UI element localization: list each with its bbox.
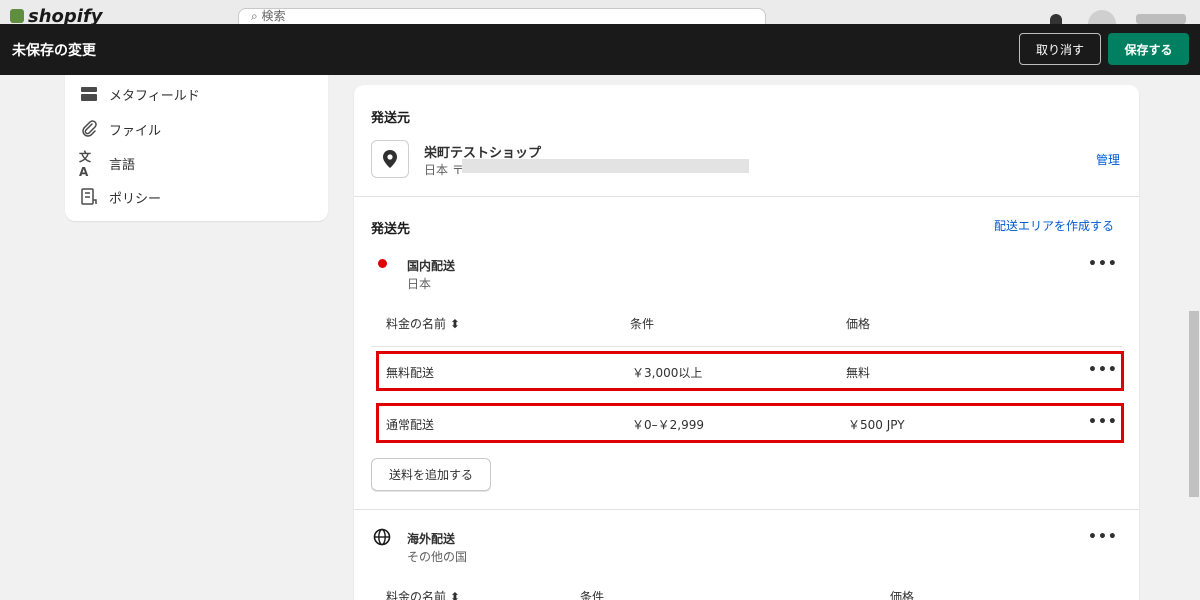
rate-condition-cell: ￥3,000以上 xyxy=(632,366,703,380)
rate-menu-icon[interactable]: ••• xyxy=(1088,362,1118,378)
rate-name-column-header[interactable]: 料金の名前 ⬍ xyxy=(386,315,460,332)
divider xyxy=(371,346,1122,347)
add-rate-button[interactable]: 送料を追加する xyxy=(371,458,491,491)
scrollbar-thumb[interactable] xyxy=(1189,311,1199,497)
discard-button[interactable]: 取り消す xyxy=(1019,33,1101,65)
shipping-profile-card: 発送元 栄町テストショップ 日本 〒 管理 発送先 配送エリアを作成する 国内配… xyxy=(354,85,1139,600)
japan-flag-icon xyxy=(378,259,387,268)
address-redaction xyxy=(462,159,749,173)
save-button[interactable]: 保存する xyxy=(1108,33,1189,65)
contextual-save-bar: 未保存の変更 取り消す 保存する xyxy=(0,24,1200,75)
condition-column-header: 条件 xyxy=(580,590,605,600)
origin-address: 日本 〒 xyxy=(424,163,464,177)
sidebar-item-files[interactable]: ファイル xyxy=(79,118,161,140)
language-icon: 文A xyxy=(79,149,92,179)
rate-price-cell: 無料 xyxy=(846,366,871,380)
settings-sidebar: メタフィールド ファイル 文A 言語 ポリシー xyxy=(65,75,328,221)
condition-column-header: 条件 xyxy=(630,317,655,331)
highlight-box xyxy=(376,403,1124,443)
international-zone-name: 海外配送 xyxy=(407,532,456,546)
policy-icon xyxy=(79,187,99,207)
unsaved-changes-title: 未保存の変更 xyxy=(12,43,96,59)
divider xyxy=(354,196,1139,197)
rate-name-cell: 無料配送 xyxy=(386,366,435,380)
destination-heading: 発送先 xyxy=(371,222,411,237)
rate-price-cell: ￥500 JPY xyxy=(848,418,905,432)
domestic-zone-menu-icon[interactable]: ••• xyxy=(1088,256,1118,272)
divider xyxy=(354,509,1139,510)
sidebar-item-languages[interactable]: 文A 言語 xyxy=(79,149,135,179)
top-bar: shopify ⌕ 検索 xyxy=(0,0,1200,38)
price-column-header: 価格 xyxy=(890,590,915,600)
domestic-zone-name: 国内配送 xyxy=(407,259,456,273)
metafield-icon xyxy=(79,84,99,104)
domestic-zone-country: 日本 xyxy=(407,277,432,291)
highlight-box xyxy=(376,351,1124,391)
globe-icon xyxy=(373,528,391,550)
create-zone-link[interactable]: 配送エリアを作成する xyxy=(994,217,1114,234)
sidebar-item-metafields[interactable]: メタフィールド xyxy=(79,83,200,105)
store-name[interactable] xyxy=(1136,14,1186,24)
rate-name-cell: 通常配送 xyxy=(386,418,435,432)
sidebar-item-policies[interactable]: ポリシー xyxy=(79,186,161,208)
shopify-bag-icon xyxy=(10,9,24,23)
location-pin-icon xyxy=(371,140,409,178)
international-zone-sub: その他の国 xyxy=(407,550,468,564)
origin-heading: 発送元 xyxy=(371,111,411,126)
price-column-header: 価格 xyxy=(846,317,871,331)
rate-menu-icon[interactable]: ••• xyxy=(1088,414,1118,430)
paperclip-icon xyxy=(79,119,99,139)
rate-name-column-header[interactable]: 料金の名前 ⬍ xyxy=(386,588,460,600)
manage-link[interactable]: 管理 xyxy=(1096,151,1120,168)
rate-condition-cell: ￥0–￥2,999 xyxy=(632,418,704,432)
international-zone-menu-icon[interactable]: ••• xyxy=(1088,529,1118,545)
